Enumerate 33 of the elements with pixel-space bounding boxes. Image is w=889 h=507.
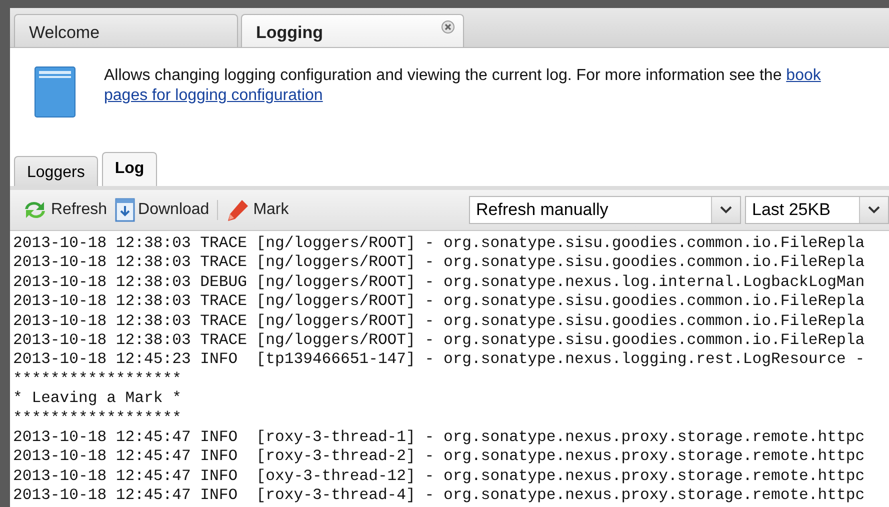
size-dropdown[interactable]: Last 25KB [745, 196, 889, 224]
book-icon [34, 66, 76, 118]
caret-icon [720, 206, 732, 214]
caret-icon [868, 206, 880, 214]
log-line: ****************** [13, 408, 182, 428]
log-line: 2013-10-18 12:38:03 TRACE [ng/loggers/ROOT] - org.sonatype.sisu.goodies.common.io.FileRepla [13, 312, 866, 332]
tab[interactable]: Logging [241, 14, 464, 47]
log-line: 2013-10-18 12:45:47 INFO [oxy-3-thread-12] - org.sonatype.nexus.proxy.storage.remote.httpc [13, 466, 866, 486]
log-line: 2013-10-18 12:45:47 INFO [roxy-3-thread-1] - org.sonatype.nexus.proxy.storage.remote.httpc [13, 428, 866, 448]
tab[interactable]: Welcome [14, 14, 238, 47]
log-line: 2013-10-18 12:45:47 INFO [roxy-3-thread-4] - org.sonatype.nexus.proxy.storage.remote.httpc [13, 486, 866, 506]
mark-button[interactable]: Mark [222, 198, 293, 222]
refresh-icon [22, 199, 48, 221]
log-line: 2013-10-18 12:45:47 INFO [roxy-3-thread-2] - org.sonatype.nexus.proxy.storage.remote.httpc [13, 447, 866, 467]
log-line: 2013-10-18 12:38:03 DEBUG [ng/loggers/ROOT] - org.sonatype.nexus.log.internal.LogbackLogMan [13, 272, 866, 292]
log-line: 2013-10-18 12:38:03 TRACE [ng/loggers/ROOT] - org.sonatype.sisu.goodies.common.io.FileRepla [13, 292, 866, 312]
tab[interactable]: Loggers [14, 156, 98, 186]
tab[interactable]: Log [102, 152, 158, 186]
log-line: 2013-10-18 12:38:03 TRACE [ng/loggers/ROOT] - org.sonatype.sisu.goodies.common.io.FileRepla [13, 331, 866, 350]
download-button[interactable]: Download [111, 198, 214, 222]
log-line: 2013-10-18 12:38:03 TRACE [ng/loggers/ROOT] - org.sonatype.sisu.goodies.common.io.FileRepla [13, 234, 866, 254]
marker-icon [226, 198, 250, 222]
log-line: ****************** [13, 370, 182, 390]
log-line: 2013-10-18 12:38:03 TRACE [ng/loggers/ROOT] - org.sonatype.sisu.goodies.common.io.FileRepla [13, 253, 866, 273]
log-line: 2013-10-18 12:45:23 INFO [tp139466651-147] - org.sonatype.nexus.logging.rest.LogResource - [13, 350, 866, 370]
download-icon [115, 198, 136, 222]
refresh-button[interactable]: Refresh [18, 199, 112, 221]
book-link[interactable]: book [786, 67, 821, 84]
description-text: Allows changing logging configuration and viewing the current log. For more information see the book pages for logging configuration [104, 66, 821, 106]
book-link[interactable]: pages for logging configuration [104, 87, 323, 104]
log-line: * Leaving a Mark * [13, 389, 182, 409]
refresh-dropdown[interactable]: Refresh manually [469, 196, 741, 224]
close-icon[interactable] [441, 20, 455, 34]
